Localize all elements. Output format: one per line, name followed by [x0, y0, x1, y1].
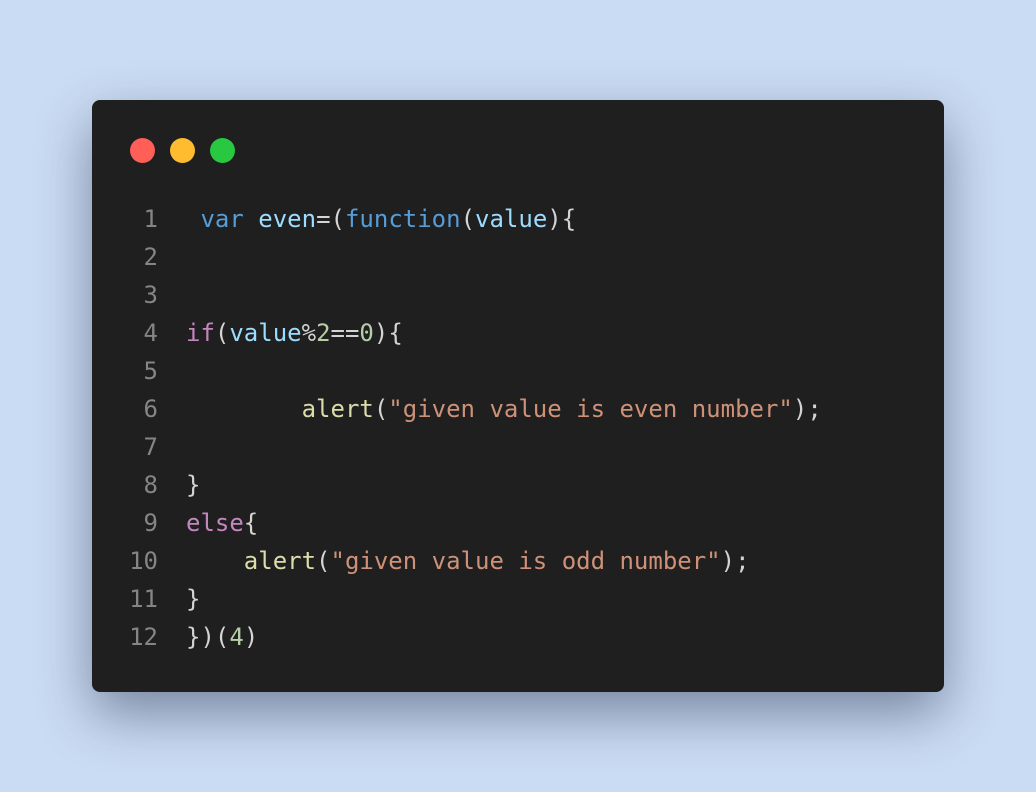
window-controls — [130, 138, 235, 163]
code-line: 11} — [92, 580, 944, 618]
line-number: 4 — [143, 319, 158, 347]
code-token: "given value is even number" — [388, 395, 793, 423]
code-token: =( — [316, 205, 345, 233]
line-number: 8 — [143, 471, 158, 499]
line-content: })(4) — [186, 618, 258, 656]
code-token: ); — [720, 547, 750, 575]
code-line: 12 })(4) — [92, 618, 944, 656]
line-number: 7 — [143, 433, 158, 461]
code-token: alert — [301, 395, 374, 423]
line-number: 5 — [143, 357, 158, 385]
line-content: var even=(function(value){ — [186, 200, 576, 238]
code-token: } — [186, 585, 201, 613]
code-line: 8} — [92, 466, 944, 504]
code-token: value — [475, 205, 548, 233]
code-token: 4 — [229, 623, 244, 651]
code-token: ); — [792, 395, 822, 423]
code-token: })( — [186, 623, 230, 651]
code-token: } — [186, 471, 201, 499]
code-token: value — [229, 319, 302, 347]
code-block: 1 var even=(function(value){2 3 4 if(value%… — [92, 200, 944, 656]
code-token: var — [200, 205, 244, 233]
line-number: 3 — [143, 281, 158, 309]
code-line: 2 — [92, 238, 944, 276]
line-content: alert("given value is even number"); — [186, 390, 822, 428]
window-minimize-button[interactable] — [170, 138, 195, 163]
code-line: 3 — [92, 276, 944, 314]
line-content: else{ — [186, 504, 258, 542]
line-number: 10 — [129, 547, 158, 575]
line-number: 12 — [129, 623, 158, 651]
code-token: "given value is odd number" — [330, 547, 721, 575]
code-line: 4 if(value%2==0){ — [92, 314, 944, 352]
code-token: ) — [243, 623, 259, 651]
code-token: == — [330, 319, 360, 347]
code-window: 1 var even=(function(value){2 3 4 if(value%… — [92, 100, 944, 692]
line-number: 2 — [143, 243, 158, 271]
line-content: } — [186, 466, 200, 504]
code-line: 6 alert("given value is even number"); — [92, 390, 944, 428]
line-content: if(value%2==0){ — [186, 314, 403, 352]
line-content: } — [186, 580, 200, 618]
code-line: 10 alert("given value is odd number"); — [92, 542, 944, 580]
line-number: 9 — [143, 509, 158, 537]
code-token: function — [344, 205, 461, 233]
code-token: 2 — [316, 319, 331, 347]
window-close-button[interactable] — [130, 138, 155, 163]
code-token: 0 — [359, 319, 374, 347]
code-token: ( — [373, 395, 389, 423]
code-token: { — [243, 509, 259, 537]
line-number: 11 — [129, 585, 158, 613]
code-line: 1 var even=(function(value){ — [92, 200, 944, 238]
line-number: 1 — [143, 205, 158, 233]
code-line: 7 — [92, 428, 944, 466]
code-token: ( — [214, 319, 230, 347]
code-token: else — [186, 509, 244, 537]
code-line: 9 else{ — [92, 504, 944, 542]
window-maximize-button[interactable] — [210, 138, 235, 163]
line-number: 6 — [143, 395, 158, 423]
code-token: ( — [460, 205, 476, 233]
code-token: if — [186, 319, 215, 347]
code-token: even — [258, 205, 317, 233]
code-token: ( — [316, 547, 331, 575]
code-line: 5 — [92, 352, 944, 390]
code-token: alert — [243, 547, 317, 575]
code-token: ){ — [373, 319, 403, 347]
code-token: % — [301, 319, 317, 347]
line-content: alert("given value is odd number"); — [186, 542, 750, 580]
code-token: ){ — [547, 205, 577, 233]
